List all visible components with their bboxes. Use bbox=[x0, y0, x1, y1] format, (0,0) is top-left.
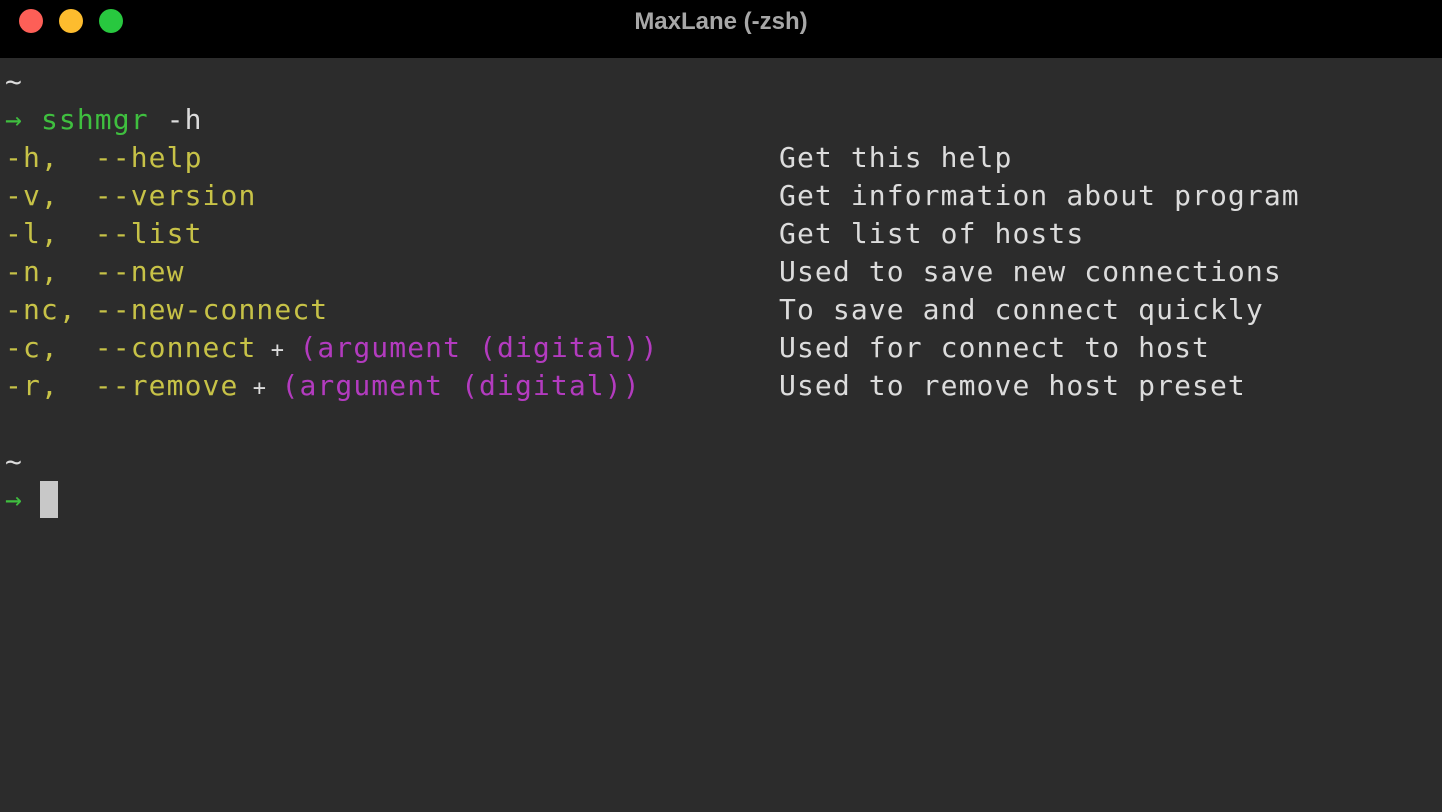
command-name: sshmgr bbox=[40, 103, 149, 136]
option-row-new: -n, --new bbox=[5, 253, 185, 291]
option-short: -h, bbox=[5, 141, 59, 174]
option-long: --remove bbox=[58, 369, 239, 402]
plus-sign: + bbox=[256, 338, 300, 363]
option-description: To save and connect quickly bbox=[779, 293, 1264, 326]
option-description: Used to save new connections bbox=[779, 255, 1282, 288]
text-cursor[interactable] bbox=[40, 481, 58, 518]
window-title: MaxLane (-zsh) bbox=[634, 8, 808, 35]
option-description: Get information about program bbox=[779, 179, 1300, 212]
command-args: -h bbox=[148, 103, 203, 136]
option-description: Used for connect to host bbox=[779, 331, 1210, 364]
active-prompt-line: → bbox=[5, 481, 23, 519]
option-short: -n, bbox=[5, 255, 59, 288]
option-argument: (argument (digital)) bbox=[299, 331, 659, 364]
option-row-new-connect: -nc, --new-connect bbox=[5, 291, 328, 329]
option-long: --list bbox=[58, 217, 203, 250]
option-long: --new bbox=[58, 255, 185, 288]
option-description: Used to remove host preset bbox=[779, 369, 1246, 402]
option-row-list: -l, --list bbox=[5, 215, 203, 253]
option-short: -r, bbox=[5, 369, 59, 402]
option-description: Get list of hosts bbox=[779, 217, 1085, 250]
terminal-output[interactable]: ~ → sshmgr -h -h, --help Get this help -… bbox=[0, 58, 1442, 812]
option-long: --version bbox=[58, 179, 257, 212]
prompt-directory: ~ bbox=[5, 65, 23, 98]
option-short: -nc, bbox=[5, 293, 77, 326]
prompt-arrow-icon: → bbox=[5, 103, 23, 136]
option-short: -l, bbox=[5, 217, 59, 250]
option-description: Get this help bbox=[779, 141, 1013, 174]
option-short: -c, bbox=[5, 331, 59, 364]
option-argument: (argument (digital)) bbox=[281, 369, 641, 402]
prompt-arrow-icon: → bbox=[5, 483, 23, 516]
option-row-version: -v, --version bbox=[5, 177, 256, 215]
title-bar: MaxLane (-zsh) bbox=[0, 0, 1442, 58]
command-line: → sshmgr -h bbox=[5, 101, 203, 139]
option-short: -v, bbox=[5, 179, 59, 212]
option-row-connect: -c, --connect + (argument (digital)) bbox=[5, 329, 659, 367]
plus-sign: + bbox=[238, 376, 282, 401]
option-row-help: -h, --help bbox=[5, 139, 203, 177]
option-long: --new-connect bbox=[76, 293, 329, 326]
option-row-remove: -r, --remove + (argument (digital)) bbox=[5, 367, 641, 405]
option-long: --connect bbox=[58, 331, 257, 364]
prompt-directory: ~ bbox=[5, 445, 23, 478]
option-long: --help bbox=[58, 141, 203, 174]
